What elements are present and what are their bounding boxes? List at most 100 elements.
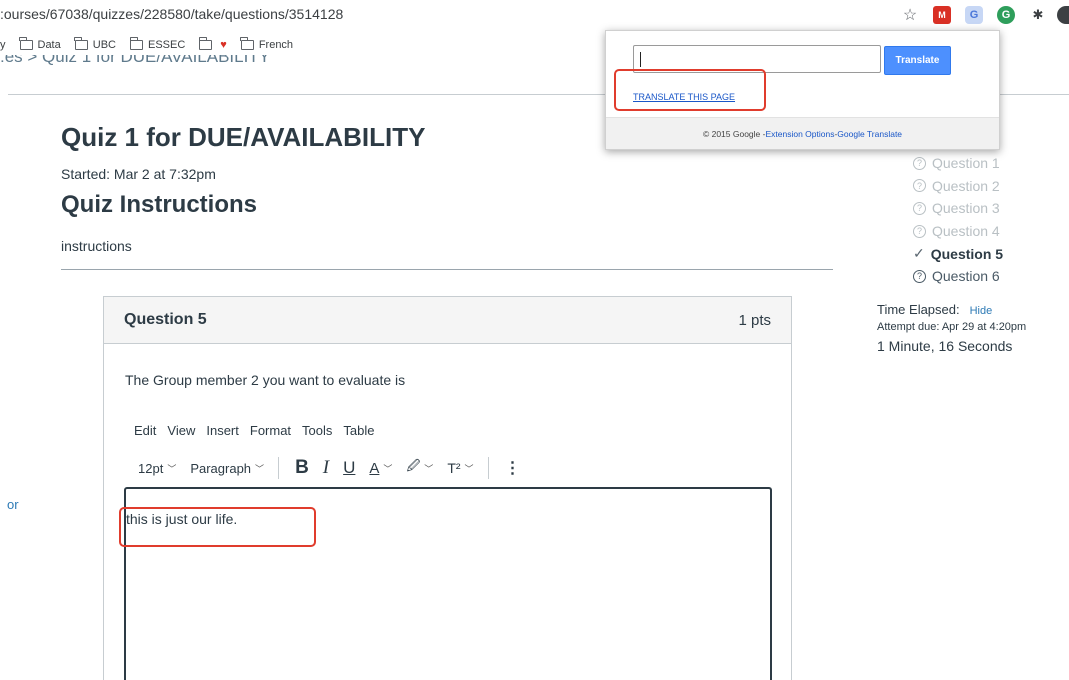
time-elapsed-value: 1 Minute, 16 Seconds xyxy=(877,338,1013,354)
question-points: 1 pts xyxy=(738,312,771,329)
question-nav-label: Question 4 xyxy=(932,223,1000,240)
question-mark-icon: ? xyxy=(913,224,926,238)
menu-edit[interactable]: Edit xyxy=(134,423,156,438)
question-header: Question 5 1 pts xyxy=(104,297,791,344)
question-nav-label: Question 6 xyxy=(932,268,1000,285)
question-mark-icon: ? xyxy=(913,156,926,170)
browser-toolbar: :ourses/67038/quizzes/228580/take/questi… xyxy=(0,0,1069,30)
address-bar[interactable]: :ourses/67038/quizzes/228580/take/questi… xyxy=(0,6,343,22)
folder-icon xyxy=(74,37,88,50)
bookmark-label: UBC xyxy=(92,39,116,51)
breadcrumb-text[interactable]: :es > Quiz 1 for DUE/AVAILABILITY xyxy=(0,55,270,67)
red-extension-icon[interactable]: M xyxy=(933,6,951,24)
google-translate-link[interactable]: Google Translate xyxy=(837,129,902,139)
block-format-select[interactable]: Paragraph ﹀ xyxy=(190,461,264,476)
menu-table[interactable]: Table xyxy=(343,423,374,438)
question-nav: ? Question 1 ? Question 2 ? Question 3 ? Que… xyxy=(913,152,1003,288)
question-nav-label: Question 3 xyxy=(932,200,1000,217)
question-nav-label: Question 2 xyxy=(932,177,1000,194)
time-elapsed-label: Time Elapsed: Hide xyxy=(877,302,1026,317)
bookmark-label: y xyxy=(0,39,6,51)
translate-extension-icon[interactable]: G xyxy=(965,6,983,24)
text-color-button[interactable]: A ﹀ xyxy=(369,460,392,477)
left-nav-link[interactable]: or xyxy=(7,497,19,512)
translate-button[interactable]: Translate xyxy=(884,46,951,75)
annotation-box-translate xyxy=(614,69,766,111)
extension-options-link[interactable]: Extension Options xyxy=(765,129,834,139)
text-color-icon: A xyxy=(369,459,380,477)
editor-toolbar: 12pt ﹀ Paragraph ﹀ B I U A ﹀ 🖉 ﹀ T² ﹀ ⋮ xyxy=(138,455,535,481)
extension-icons: ☆ M G G ✱ xyxy=(887,5,1069,25)
bold-button[interactable]: B xyxy=(295,457,309,479)
star-icon[interactable]: ☆ xyxy=(901,6,919,24)
question-mark-icon: ? xyxy=(913,201,926,215)
bookmark-label: Data xyxy=(37,39,61,51)
more-options-icon[interactable]: ⋮ xyxy=(505,458,521,478)
question-nav-label: Question 5 xyxy=(930,245,1004,262)
folder-icon xyxy=(19,37,33,50)
copyright-text: © 2015 Google - xyxy=(702,128,766,139)
profile-avatar[interactable] xyxy=(1057,6,1069,24)
toolbar-separator xyxy=(487,457,489,479)
block-format-value: Paragraph xyxy=(190,460,252,476)
chevron-down-icon: ﹀ xyxy=(424,463,434,474)
folder-icon xyxy=(240,37,254,50)
bookmark-data[interactable]: Data xyxy=(19,37,61,51)
highlight-icon: 🖉 xyxy=(406,458,421,473)
editor-menubar: Edit View Insert Format Tools Table xyxy=(134,423,385,438)
question-mark-icon: ? xyxy=(913,179,926,193)
question-text: The Group member 2 you want to evaluate … xyxy=(125,372,406,388)
question-nav-item-current[interactable]: ✓ Question 5 xyxy=(913,242,1003,265)
page-title: Quiz 1 for DUE/AVAILABILITY xyxy=(61,122,426,152)
chevron-down-icon: ﹀ xyxy=(167,463,177,474)
breadcrumb: :es > Quiz 1 for DUE/AVAILABILITY xyxy=(0,55,330,67)
started-time: Started: Mar 2 at 7:32pm xyxy=(61,166,216,182)
question-nav-item[interactable]: ? Question 2 xyxy=(913,175,1003,198)
instructions-divider xyxy=(61,269,833,270)
puzzle-icon[interactable]: ✱ xyxy=(1029,6,1047,24)
instructions-text: instructions xyxy=(61,238,132,254)
hide-timer-link[interactable]: Hide xyxy=(970,305,993,317)
underline-button[interactable]: U xyxy=(343,458,355,478)
question-nav-item[interactable]: ? Question 3 xyxy=(913,197,1003,220)
folder-icon xyxy=(129,37,143,50)
italic-button[interactable]: I xyxy=(323,457,329,479)
bookmark-french[interactable]: French xyxy=(240,37,294,51)
checkmark-icon: ✓ xyxy=(913,245,925,262)
bookmarks-bar: y Data UBC ESSEC ♥ French xyxy=(0,36,307,54)
menu-insert[interactable]: Insert xyxy=(206,423,239,438)
heart-icon: ♥ xyxy=(220,39,227,51)
bookmark-label: ESSEC xyxy=(147,39,186,51)
grammarly-icon[interactable]: G xyxy=(997,6,1015,24)
bookmark-label: French xyxy=(258,39,294,51)
chevron-down-icon: ﹀ xyxy=(383,463,393,474)
chevron-down-icon: ﹀ xyxy=(255,463,265,474)
font-size-select[interactable]: 12pt ﹀ xyxy=(138,461,176,476)
time-elapsed-panel: Time Elapsed: Hide Attempt due: Apr 29 a… xyxy=(877,302,1026,354)
superscript-button[interactable]: T² ﹀ xyxy=(447,460,473,476)
toolbar-separator xyxy=(278,457,280,479)
highlight-button[interactable]: 🖉 ﹀ xyxy=(406,457,433,479)
attempt-due: Attempt due: Apr 29 at 4:20pm xyxy=(877,321,1027,333)
translate-popup-footer: © 2015 Google - Extension Options - Goog… xyxy=(606,117,999,149)
question-nav-item[interactable]: ? Question 1 xyxy=(913,152,1003,175)
bookmark-ubc[interactable]: UBC xyxy=(74,37,116,51)
menu-view[interactable]: View xyxy=(167,423,195,438)
question-nav-item[interactable]: ? Question 6 xyxy=(913,265,1003,288)
folder-icon xyxy=(198,37,213,50)
question-nav-item[interactable]: ? Question 4 xyxy=(913,220,1003,243)
chevron-down-icon: ﹀ xyxy=(464,463,474,474)
annotation-box-answer xyxy=(119,507,316,547)
instructions-heading: Quiz Instructions xyxy=(61,191,258,218)
superscript-icon: T² xyxy=(447,460,461,476)
question-nav-label: Question 1 xyxy=(932,155,1000,172)
bookmark-heart[interactable]: ♥ xyxy=(198,37,227,51)
font-size-value: 12pt xyxy=(138,460,164,476)
bookmark-y[interactable]: y xyxy=(0,39,6,51)
menu-format[interactable]: Format xyxy=(250,423,291,438)
menu-tools[interactable]: Tools xyxy=(302,423,332,438)
time-elapsed-text: Time Elapsed: xyxy=(877,302,960,317)
bookmark-essec[interactable]: ESSEC xyxy=(129,37,186,51)
question-mark-icon: ? xyxy=(913,269,926,283)
question-card: Question 5 1 pts The Group member 2 you … xyxy=(103,296,792,680)
